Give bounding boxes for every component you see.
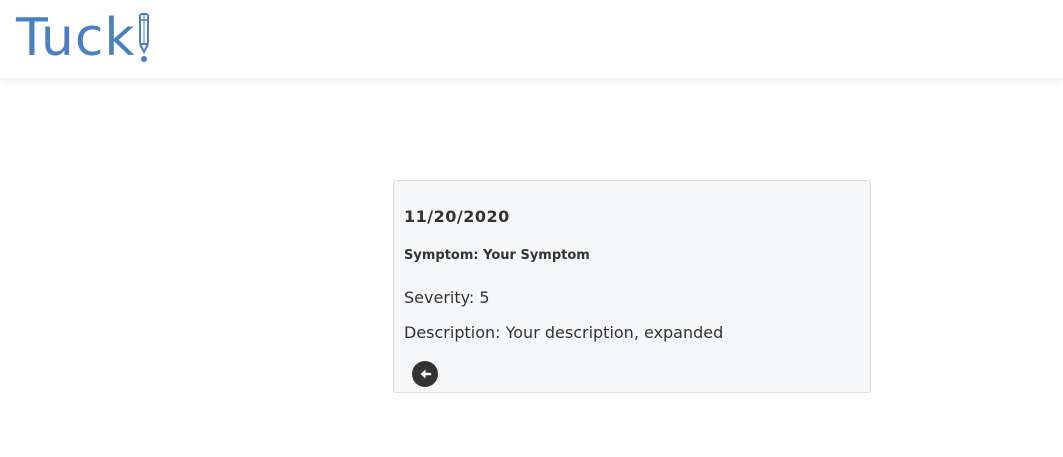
entry-description: Description: Your description, expanded xyxy=(404,323,723,342)
entry-date: 11/20/2020 xyxy=(404,207,510,226)
entry-severity: Severity: 5 xyxy=(404,288,490,307)
description-label: Description: xyxy=(404,323,506,342)
brand-logo[interactable]: Tuck xyxy=(16,6,151,66)
pen-icon xyxy=(138,13,149,62)
back-button[interactable] xyxy=(412,361,438,387)
top-navbar: Tuck xyxy=(0,0,1063,79)
description-value: Your description, expanded xyxy=(505,323,724,342)
severity-label: Severity: xyxy=(404,288,480,307)
logo-text: Tuck xyxy=(16,8,136,68)
arrow-left-circle-icon xyxy=(420,369,432,379)
symptom-label: Symptom: xyxy=(404,248,484,263)
entry-symptom: Symptom: Your Symptom xyxy=(404,248,590,263)
symptom-value: Your Symptom xyxy=(483,248,590,263)
severity-value: 5 xyxy=(479,288,490,307)
symptom-entry-card: 11/20/2020 Symptom: Your Symptom Severit… xyxy=(393,180,871,393)
